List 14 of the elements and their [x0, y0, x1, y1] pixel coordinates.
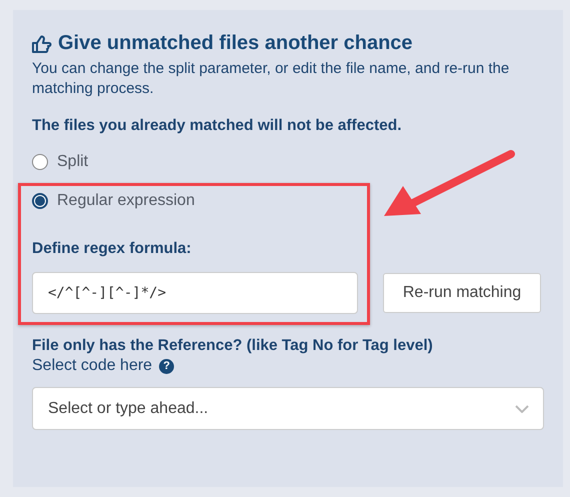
- thumbs-up-icon: [32, 34, 52, 52]
- note-text: The files you already matched will not be affected.: [32, 117, 403, 135]
- help-icon[interactable]: ?: [159, 358, 174, 374]
- title-text: Give unmatched files another chance: [58, 32, 413, 55]
- radio-option[interactable]: Regular expression: [32, 188, 195, 214]
- radio-option[interactable]: Split: [32, 149, 88, 175]
- hint-text: Select code here: [32, 357, 152, 375]
- description-text: You can change the split parameter, or edit the file name, and re-run the matching process.: [32, 59, 510, 99]
- regex-label: Define regex formula:: [32, 240, 192, 258]
- rerun-button[interactable]: Re-run matching: [383, 273, 541, 313]
- reference-label: File only has the Reference? (like Tag No for Tag level): [32, 337, 434, 355]
- chevron-down-icon: [515, 404, 529, 412]
- code-select[interactable]: Select or type ahead...: [32, 387, 544, 430]
- regex-input-field[interactable]: </^[^-][^-]*/>: [32, 272, 358, 314]
